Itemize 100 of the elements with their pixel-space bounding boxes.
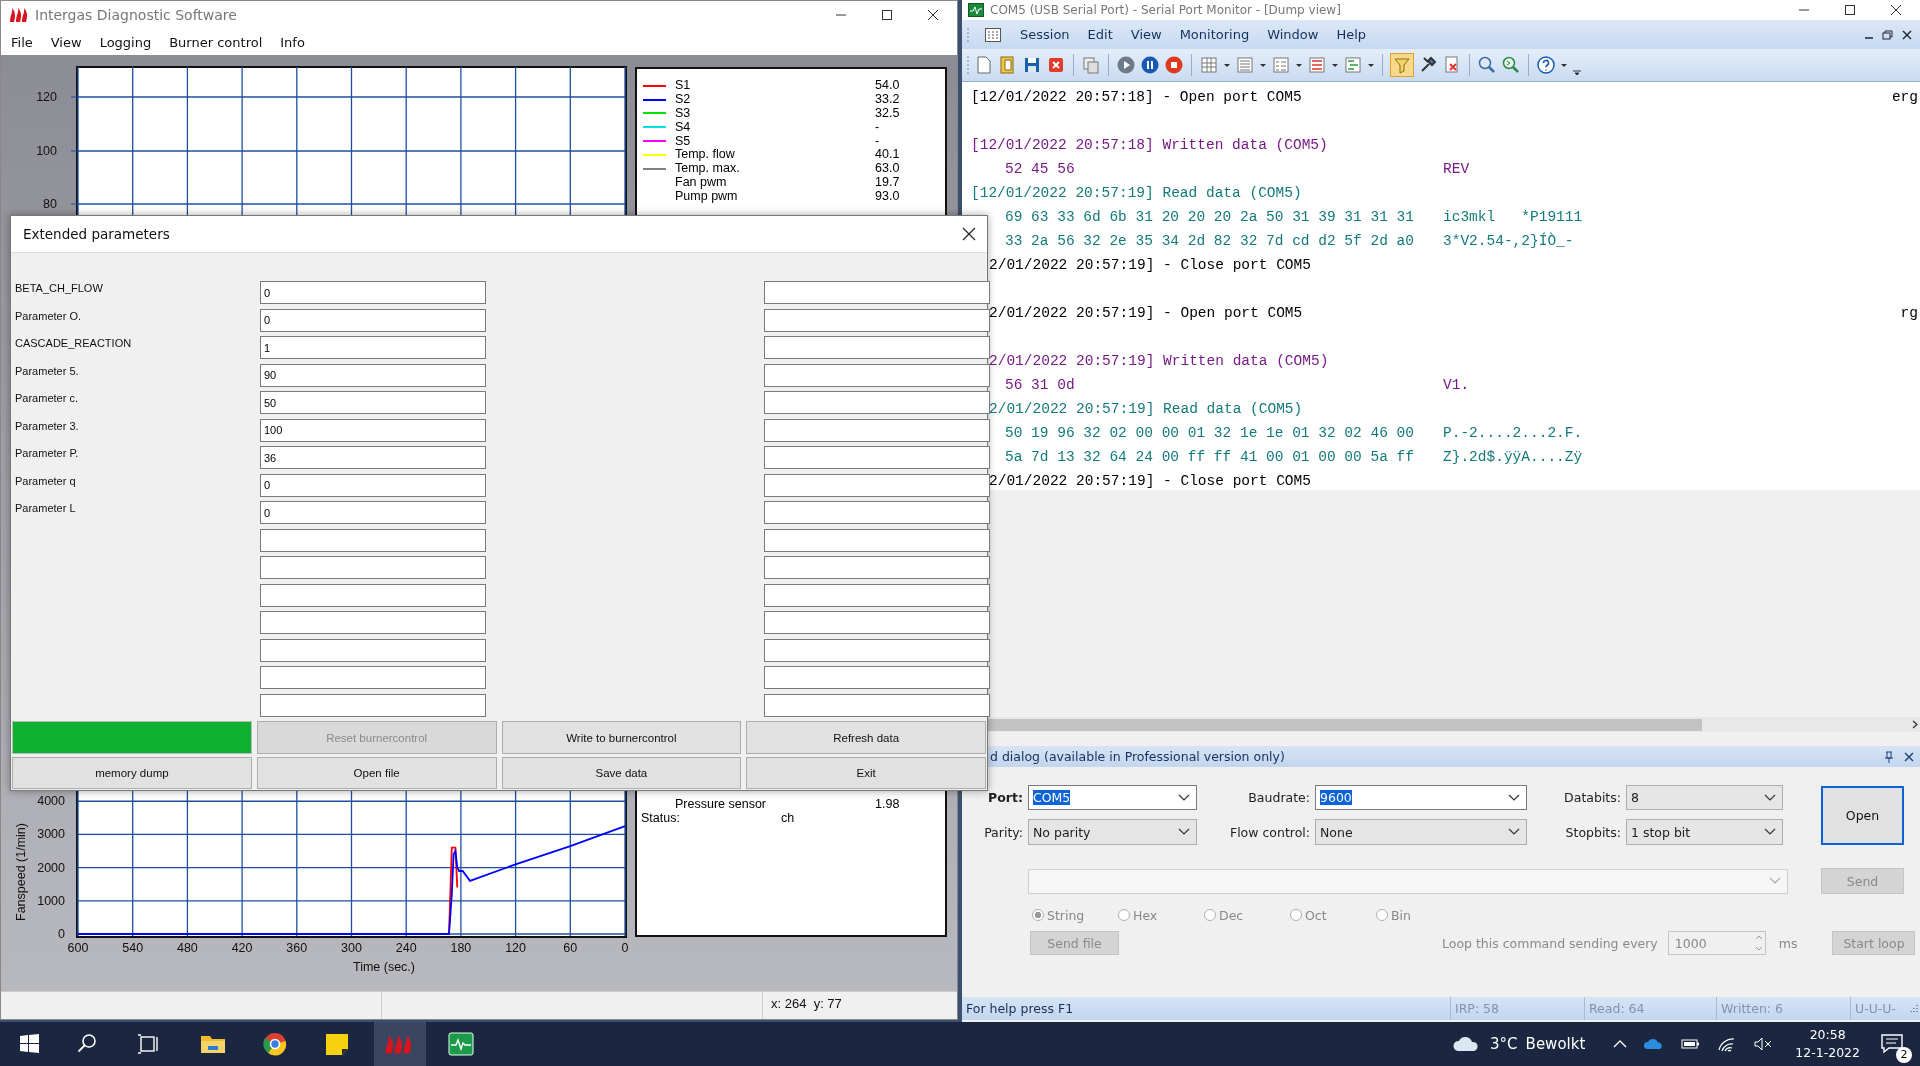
input-field[interactable]	[764, 391, 990, 415]
help-icon[interactable]	[1536, 55, 1556, 75]
find-next-icon[interactable]	[1501, 55, 1521, 75]
input-field[interactable]: 0	[260, 473, 486, 497]
input-field[interactable]	[260, 666, 486, 690]
menu-item[interactable]: Window	[1267, 27, 1319, 42]
menu-item[interactable]: Edit	[1087, 27, 1113, 42]
clock[interactable]: 20:58 12-1-2022	[1795, 1026, 1860, 1062]
dialog-button[interactable]: Save data	[501, 757, 742, 789]
mute-icon[interactable]	[1753, 1036, 1774, 1052]
input-field[interactable]	[764, 528, 990, 552]
stop-icon[interactable]	[1164, 55, 1184, 75]
battery-icon[interactable]	[1681, 1038, 1702, 1050]
document-menu-icon[interactable]	[984, 26, 1002, 43]
input-field[interactable]: 0	[260, 308, 486, 332]
new-file-icon[interactable]	[974, 55, 994, 75]
cloud-icon[interactable]	[1452, 1034, 1481, 1054]
input-field[interactable]	[260, 638, 486, 662]
input-field[interactable]	[764, 473, 990, 497]
scrollbar-thumb[interactable]	[986, 718, 1702, 731]
legend-value: 93.0	[875, 189, 901, 203]
dialog-button[interactable]: Open file	[256, 757, 497, 789]
search-icon[interactable]	[1477, 55, 1497, 75]
log-line: [12/01/2022 20:57:18] Written data (COM5)	[971, 136, 1328, 155]
menu-item[interactable]: Help	[1336, 27, 1367, 42]
dropdown[interactable]: 9600	[1315, 785, 1527, 810]
dropdown[interactable]: COM5	[1028, 785, 1197, 810]
input-field[interactable]	[764, 336, 990, 360]
axis-label: 3000	[37, 827, 65, 842]
dropdown[interactable]: No parity	[1028, 819, 1197, 845]
input-field[interactable]	[764, 611, 990, 635]
input-field[interactable]	[764, 418, 990, 442]
input-field[interactable]	[764, 363, 990, 387]
input-field[interactable]	[260, 693, 486, 717]
input-field[interactable]	[260, 611, 486, 635]
maximize-icon[interactable]	[881, 9, 893, 21]
input-field[interactable]: 0	[260, 501, 486, 525]
pause-icon[interactable]	[1140, 55, 1160, 75]
pin-icon[interactable]	[1884, 750, 1894, 763]
dialog-button[interactable]: Write to burnercontrol	[501, 721, 742, 754]
menu-item[interactable]: File	[11, 34, 33, 50]
close-icon[interactable]	[927, 9, 939, 21]
input-field[interactable]: 50	[260, 391, 486, 415]
ascii-text: V1.	[1443, 376, 1470, 395]
menu-item[interactable]: Monitoring	[1179, 27, 1250, 42]
input-field[interactable]: 36	[260, 446, 486, 470]
close-icon[interactable]	[1904, 751, 1914, 762]
input-field[interactable]	[764, 501, 990, 525]
menu-item[interactable]: Logging	[99, 34, 152, 50]
input-field[interactable]: 0	[260, 281, 486, 305]
axis-label: 480	[176, 941, 198, 955]
command-field[interactable]	[1028, 868, 1788, 894]
input-field[interactable]: 1	[260, 336, 486, 360]
panel-title: d dialog (available in Professional version only)	[990, 749, 1286, 764]
input-field[interactable]	[764, 666, 990, 690]
play-icon[interactable]	[1116, 55, 1136, 75]
input-field[interactable]	[764, 693, 990, 717]
hex-bytes: 56 31 0d	[1005, 376, 1076, 395]
close-icon[interactable]	[962, 227, 976, 241]
menu-item[interactable]: Burner control	[169, 34, 263, 50]
close-icon[interactable]	[1890, 4, 1902, 16]
input-field[interactable]	[260, 528, 486, 552]
input-field[interactable]	[764, 638, 990, 662]
open-button[interactable]: Open	[1821, 785, 1904, 845]
dialog-button[interactable]: Exit	[746, 757, 986, 789]
menu-item[interactable]: Info	[280, 34, 305, 50]
restore-icon[interactable]	[1882, 29, 1894, 40]
input-field[interactable]: 100	[260, 418, 486, 442]
close-icon[interactable]	[1902, 29, 1912, 40]
save-icon[interactable]	[1022, 55, 1042, 75]
close-session-icon[interactable]	[1046, 55, 1066, 75]
dropdown[interactable]: None	[1315, 819, 1527, 845]
status-text: Read: 64	[1584, 997, 1716, 1020]
dialog-button[interactable]: memory dump	[12, 757, 252, 789]
menu-item[interactable]: Session	[1020, 27, 1070, 42]
axis-label: 4000	[37, 794, 65, 809]
menu-item[interactable]: View	[50, 34, 82, 50]
copy-icon[interactable]	[1081, 55, 1101, 75]
legend-value: -	[875, 120, 881, 134]
dropdown[interactable]: 1 stop bit	[1626, 819, 1783, 845]
maximize-icon[interactable]	[1844, 4, 1856, 16]
chevron-up-icon[interactable]	[1613, 1039, 1628, 1049]
input-field[interactable]	[764, 446, 990, 470]
menu-item[interactable]: View	[1130, 27, 1162, 42]
dropdown[interactable]: 8	[1626, 785, 1783, 810]
input-field[interactable]	[260, 583, 486, 607]
input-field[interactable]	[764, 308, 990, 332]
weather-text[interactable]: Bewolkt	[1525, 1035, 1586, 1053]
monitor-app-icon	[968, 3, 984, 17]
input-field[interactable]	[764, 556, 990, 580]
dialog-button[interactable]: Refresh data	[746, 721, 986, 754]
weather-temperature[interactable]: 3°C	[1490, 1035, 1518, 1053]
input-field[interactable]	[260, 556, 486, 580]
ascii-text: P.-2....2...2.F.	[1443, 424, 1583, 443]
input-field[interactable]	[764, 281, 990, 305]
parameter-label: Parameter P.	[14, 446, 79, 459]
hex-bytes: 5a 7d 13 32 64 24 00 ff ff 41 00 01 00 00 5a ff	[1005, 448, 1415, 467]
input-field[interactable]	[764, 583, 990, 607]
resize-grip-icon[interactable]	[1908, 1003, 1918, 1014]
input-field[interactable]: 90	[260, 363, 486, 387]
